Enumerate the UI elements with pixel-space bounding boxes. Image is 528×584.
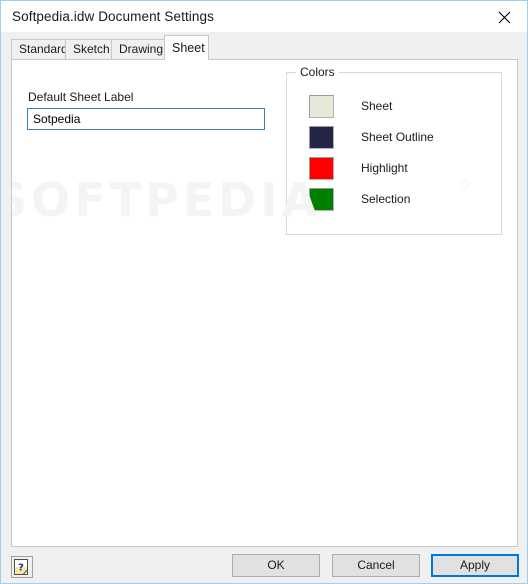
- tab-strip: Standard Sketch Drawing Sheet: [1, 32, 527, 60]
- color-swatch-sheet-outline[interactable]: [309, 126, 334, 149]
- page-title: Softpedia.idw Document Settings: [12, 9, 214, 24]
- tab-sheet[interactable]: Sheet: [164, 35, 209, 60]
- default-sheet-label-input[interactable]: [27, 108, 265, 130]
- document-settings-dialog: Softpedia.idw Document Settings Standard…: [0, 0, 528, 584]
- watermark-text: SOFTPEDIA: [12, 173, 322, 227]
- color-swatch-highlight[interactable]: [309, 157, 334, 180]
- color-swatch-selection[interactable]: [309, 188, 334, 211]
- svg-text:?: ?: [18, 563, 24, 574]
- color-label-highlight: Highlight: [361, 161, 408, 175]
- colors-group-box: Colors Sheet Sheet Outline Highlight Sel…: [286, 65, 502, 235]
- tab-sketch[interactable]: Sketch: [65, 39, 112, 60]
- color-label-sheet: Sheet: [361, 99, 393, 113]
- color-label-sheet-outline: Sheet Outline: [361, 130, 434, 144]
- dialog-footer: ? OK Cancel Apply: [1, 547, 527, 583]
- title-bar: Softpedia.idw Document Settings: [1, 1, 527, 33]
- default-sheet-label-label: Default Sheet Label: [28, 90, 134, 104]
- tab-drawing[interactable]: Drawing: [111, 39, 165, 60]
- color-label-selection: Selection: [361, 192, 411, 206]
- close-button[interactable]: [482, 1, 527, 31]
- colors-group-title: Colors: [296, 65, 339, 79]
- ok-button[interactable]: OK: [232, 554, 320, 577]
- apply-button[interactable]: Apply: [431, 554, 519, 577]
- tab-standard[interactable]: Standard: [11, 39, 68, 60]
- help-button[interactable]: ?: [11, 556, 33, 578]
- sheet-tab-panel: Default Sheet Label Colors Sheet Sheet O…: [11, 59, 518, 547]
- cancel-button[interactable]: Cancel: [332, 554, 420, 577]
- color-swatch-sheet[interactable]: [309, 95, 334, 118]
